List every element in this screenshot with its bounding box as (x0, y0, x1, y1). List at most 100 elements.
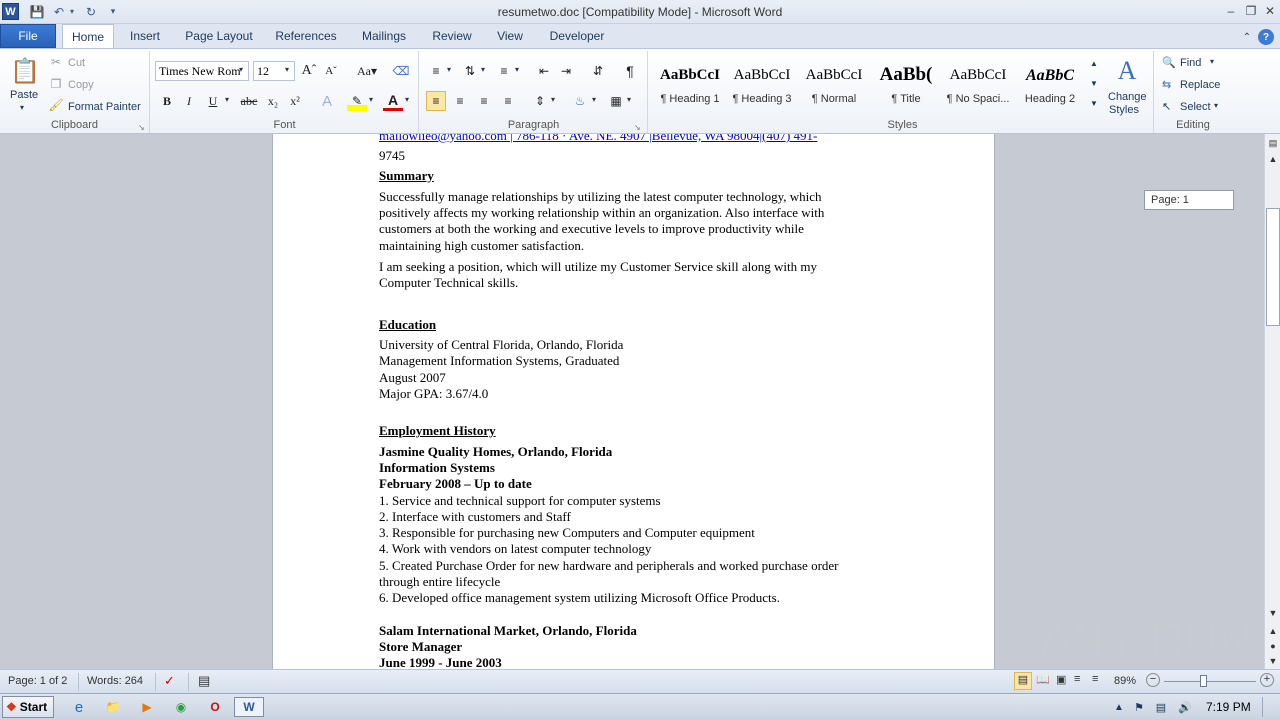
line-spacing-dropdown-icon[interactable]: ▾ (551, 95, 555, 104)
zoom-slider-thumb[interactable] (1200, 675, 1207, 687)
show-hidden-icons[interactable]: ▲ (1108, 697, 1130, 717)
next-page-icon[interactable]: ▼ (1266, 654, 1280, 668)
bullets-dropdown-icon[interactable]: ▾ (447, 65, 451, 74)
file-explorer-icon[interactable]: 📁 (102, 697, 124, 717)
find-button[interactable]: Find (1180, 57, 1201, 69)
style-heading-2[interactable]: AaBbC Heading 2 (1014, 61, 1086, 111)
tab-home[interactable]: Home (62, 24, 114, 49)
zoom-out-icon[interactable]: − (1146, 673, 1160, 687)
show-formatting-marks-icon[interactable]: ¶ (620, 61, 640, 81)
numbering-dropdown-icon[interactable]: ▾ (481, 65, 485, 74)
style-no-spacing[interactable]: AaBbCcI ¶ No Spaci... (942, 61, 1014, 111)
restore-icon[interactable]: ❐ (1242, 3, 1260, 19)
grow-font-icon[interactable]: Aˆ (299, 61, 319, 81)
contact-line[interactable]: mallowlieo@yahoo.com | 786-118 · Ave. NE… (379, 134, 817, 144)
subscript-icon[interactable]: x₂ (263, 91, 283, 111)
scrollbar-thumb[interactable] (1266, 208, 1280, 326)
volume-icon[interactable]: 🔊 (1174, 697, 1196, 717)
show-desktop-button[interactable] (1262, 697, 1278, 717)
shading-icon[interactable]: ♨ (570, 91, 590, 111)
clipboard-launcher-icon[interactable]: ↘ (138, 123, 145, 132)
strikethrough-icon[interactable]: abc (237, 91, 261, 111)
tab-references[interactable]: References (268, 24, 344, 48)
multilevel-list-icon[interactable]: ≡ (494, 61, 514, 81)
tab-view[interactable]: View (488, 24, 532, 48)
superscript-icon[interactable]: x² (285, 91, 305, 111)
paste-button[interactable]: Paste (10, 89, 38, 101)
bold-icon[interactable]: B (157, 91, 177, 111)
word-count-status[interactable]: Words: 264 (87, 675, 143, 687)
align-left-icon[interactable]: ≡ (426, 91, 446, 111)
italic-icon[interactable]: I (179, 91, 199, 111)
web-layout-icon[interactable]: ▣ (1056, 673, 1066, 686)
clear-formatting-icon[interactable]: ⌫ (391, 61, 411, 81)
paste-icon[interactable]: 📋 (10, 55, 40, 87)
vertical-scrollbar[interactable]: ▤ ▲ ▼ ▲ ● ▼ (1264, 134, 1280, 669)
line-spacing-icon[interactable]: ⇕ (530, 91, 550, 111)
media-player-icon[interactable]: ▶ (136, 697, 158, 717)
scroll-down-icon[interactable]: ▼ (1266, 606, 1280, 620)
align-right-icon[interactable]: ≡ (474, 91, 494, 111)
select-browse-object-icon[interactable]: ● (1266, 639, 1280, 653)
ribbon-minimize-icon[interactable]: ⌃ (1238, 29, 1256, 45)
styles-more-icon[interactable]: ▼ (1090, 99, 1098, 108)
draft-view-icon[interactable]: ≡ (1092, 673, 1098, 685)
decrease-indent-icon[interactable]: ⇤ (534, 61, 554, 81)
tab-file[interactable]: File (0, 24, 56, 48)
font-color-dropdown-icon[interactable]: ▾ (405, 95, 409, 104)
increase-indent-icon[interactable]: ⇥ (556, 61, 576, 81)
borders-dropdown-icon[interactable]: ▾ (627, 95, 631, 104)
cut-button[interactable]: Cut (68, 57, 85, 69)
outline-view-icon[interactable]: ≡ (1074, 673, 1080, 685)
page-count-status[interactable]: Page: 1 of 2 (8, 675, 67, 687)
clock[interactable]: 7:19 PM (1206, 700, 1251, 714)
tab-insert[interactable]: Insert (120, 24, 170, 48)
proofing-icon[interactable]: ✓ (164, 673, 175, 689)
scroll-up-icon[interactable]: ▲ (1266, 152, 1280, 166)
change-styles-icon[interactable]: A (1112, 55, 1142, 87)
tab-mailings[interactable]: Mailings (352, 24, 416, 48)
document-page[interactable]: mallowlieo@yahoo.com | 786-118 · Ave. NE… (272, 134, 995, 669)
change-styles-button-line2[interactable]: Styles (1109, 104, 1139, 116)
style-normal[interactable]: AaBbCcI ¶ Normal (798, 61, 870, 111)
format-painter-button[interactable]: Format Painter (68, 101, 141, 113)
opera-icon[interactable]: O (204, 697, 226, 717)
paragraph-launcher-icon[interactable]: ↘ (634, 123, 641, 132)
copy-button[interactable]: Copy (68, 79, 94, 91)
start-button[interactable]: ❖ Start (2, 696, 54, 718)
tab-review[interactable]: Review (424, 24, 480, 48)
underline-dropdown-icon[interactable]: ▾ (225, 95, 229, 104)
document-area[interactable]: mallowlieo@yahoo.com | 786-118 · Ave. NE… (0, 134, 1264, 669)
style-heading-1[interactable]: AaBbCcI ¶ Heading 1 (654, 61, 726, 111)
previous-page-icon[interactable]: ▲ (1266, 624, 1280, 638)
chrome-icon[interactable]: ◉ (170, 697, 192, 717)
sort-icon[interactable]: ⇵ (588, 61, 608, 81)
style-title[interactable]: AaBb( ¶ Title (870, 61, 942, 111)
highlight-dropdown-icon[interactable]: ▾ (369, 95, 373, 104)
print-layout-view-icon[interactable]: ▤ (1014, 672, 1032, 690)
multilevel-dropdown-icon[interactable]: ▾ (515, 65, 519, 74)
zoom-in-icon[interactable]: + (1260, 673, 1274, 687)
font-size-dropdown-icon[interactable]: ▾ (285, 65, 289, 74)
change-styles-button[interactable]: Change (1108, 91, 1147, 103)
help-icon[interactable]: ? (1258, 29, 1274, 45)
highlight-icon[interactable]: ✎ (347, 91, 367, 111)
change-case-icon[interactable]: Aa▾ (353, 61, 381, 81)
zoom-slider-track[interactable] (1164, 681, 1256, 682)
tab-developer[interactable]: Developer (542, 24, 612, 48)
shading-dropdown-icon[interactable]: ▾ (592, 95, 596, 104)
numbering-icon[interactable]: ⇅ (460, 61, 480, 81)
style-heading-3[interactable]: AaBbCcI ¶ Heading 3 (726, 61, 798, 111)
select-dropdown-icon[interactable]: ▾ (1214, 101, 1218, 110)
view-ruler-icon[interactable]: ▤ (1266, 136, 1280, 150)
tab-page-layout[interactable]: Page Layout (178, 24, 260, 48)
select-button[interactable]: Select (1180, 101, 1211, 113)
paste-dropdown-icon[interactable]: ▾ (20, 103, 24, 112)
shrink-font-icon[interactable]: Aˇ (321, 61, 341, 81)
network-icon[interactable]: ▤ (1150, 697, 1172, 717)
align-center-icon[interactable]: ≡ (450, 91, 470, 111)
internet-explorer-icon[interactable]: e (68, 697, 90, 717)
styles-scroll-down-icon[interactable]: ▼ (1090, 79, 1098, 88)
zoom-level[interactable]: 89% (1114, 675, 1136, 687)
action-center-flag-icon[interactable]: ⚑ (1128, 697, 1150, 717)
